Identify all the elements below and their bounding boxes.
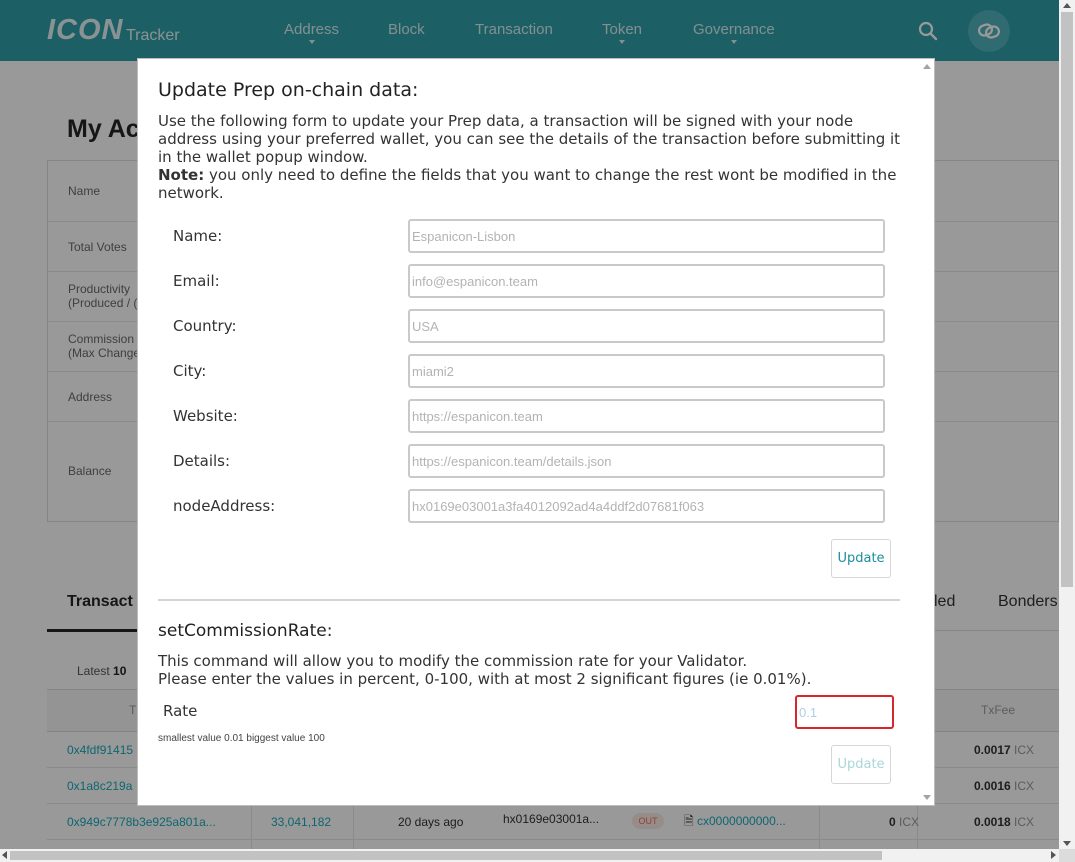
city-label: City:: [173, 362, 207, 380]
vertical-scrollbar[interactable]: [1059, 0, 1075, 849]
modal-title: Update Prep on-chain data:: [158, 79, 419, 101]
rate-input[interactable]: [795, 695, 894, 729]
email-label: Email:: [173, 272, 220, 290]
rate-label: Rate: [163, 702, 198, 720]
update-commission-button[interactable]: Update: [831, 745, 891, 784]
horizontal-scroll-thumb[interactable]: [10, 851, 882, 860]
website-input[interactable]: [408, 399, 885, 433]
scroll-left-arrow-icon[interactable]: [2, 851, 7, 859]
name-label: Name:: [173, 227, 223, 245]
city-input[interactable]: [408, 354, 885, 388]
update-prep-modal: Update Prep on-chain data: Use the follo…: [137, 58, 935, 806]
scroll-right-arrow-icon[interactable]: [1051, 851, 1056, 859]
node-address-label: nodeAddress:: [173, 497, 276, 515]
rate-hint: smallest value 0.01 biggest value 100: [158, 733, 325, 744]
email-input[interactable]: [408, 264, 885, 298]
website-label: Website:: [173, 407, 238, 425]
name-input[interactable]: [408, 219, 885, 253]
commission-description: This command will allow you to modify th…: [158, 652, 908, 688]
note-text: you only need to define the fields that …: [158, 166, 897, 202]
commission-line-2: Please enter the values in percent, 0-10…: [158, 670, 812, 688]
horizontal-scrollbar[interactable]: [0, 849, 1059, 862]
commission-line-1: This command will allow you to modify th…: [158, 652, 748, 670]
details-input[interactable]: [408, 444, 885, 478]
scrollbar-corner: [1059, 849, 1075, 862]
description-text: Use the following form to update your Pr…: [158, 112, 901, 166]
commission-title: setCommissionRate:: [158, 621, 333, 641]
note-label: Note:: [158, 166, 205, 184]
section-divider: [158, 599, 900, 601]
details-label: Details:: [173, 452, 231, 470]
scroll-up-arrow-icon[interactable]: [923, 64, 931, 69]
modal-scrollbar[interactable]: [920, 59, 934, 805]
scroll-up-arrow-icon[interactable]: [1063, 3, 1071, 8]
country-label: Country:: [173, 317, 237, 335]
country-input[interactable]: [408, 309, 885, 343]
vertical-scroll-thumb[interactable]: [1061, 12, 1073, 587]
scroll-down-arrow-icon[interactable]: [923, 795, 931, 800]
scroll-down-arrow-icon[interactable]: [1063, 841, 1071, 846]
node-address-input[interactable]: [408, 489, 885, 523]
update-prep-button[interactable]: Update: [831, 539, 891, 578]
modal-description: Use the following form to update your Pr…: [158, 112, 908, 202]
